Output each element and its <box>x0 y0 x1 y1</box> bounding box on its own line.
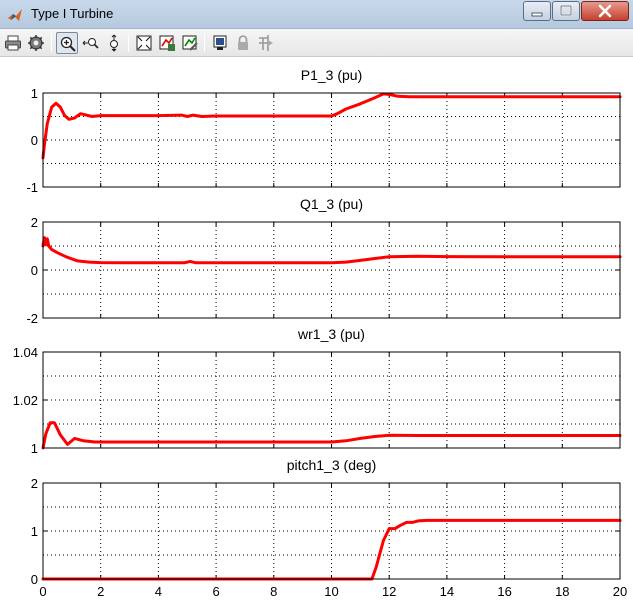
x-tick-label: 20 <box>613 584 627 599</box>
zoom-y-icon <box>110 34 118 52</box>
x-tick-label: 0 <box>39 584 46 599</box>
y-tick-label: 1.04 <box>13 345 38 360</box>
zoom-in-button[interactable] <box>56 32 78 54</box>
save-axes-settings-button[interactable] <box>156 32 178 54</box>
y-tick-label: 0 <box>31 133 38 148</box>
plot-2[interactable]: Q1_3 (pu) -2 0 2 <box>26 196 622 326</box>
zoom-x-icon <box>82 38 99 49</box>
plot-title-wr1-3-pu: wr1_3 (pu) <box>297 326 365 342</box>
scope-plots: P1_3 (pu) -1 0 1 Q1_3 (pu) -2 0 2 wr1_3 (pu) 1 1.0… <box>13 67 628 599</box>
restore-axes-settings-icon <box>182 35 198 51</box>
lock-axes-icon <box>238 35 248 50</box>
minimize-icon <box>531 12 543 17</box>
scope-plot-area: P1_3 (pu) -1 0 1 Q1_3 (pu) -2 0 2 wr1_3 (pu) 1 1.0… <box>0 58 633 608</box>
x-tick-label: 10 <box>324 584 338 599</box>
y-tick-label: 0 <box>31 263 38 278</box>
zoom-x-button[interactable] <box>80 32 102 54</box>
y-tick-label: 1.02 <box>13 393 38 408</box>
save-axes-settings-icon <box>159 35 175 51</box>
x-tick-label: 2 <box>97 584 104 599</box>
window-title: Type I Turbine <box>31 6 114 21</box>
zoom-in-icon <box>60 36 76 52</box>
y-tick-label: -2 <box>26 311 38 326</box>
plot-3[interactable]: wr1_3 (pu) 1 1.02 1.04 <box>13 326 622 456</box>
lock-axes-button[interactable] <box>232 32 254 54</box>
scope-window: Type I Turbine P1_3 (pu) -1 0 1 Q1_3 (pu… <box>0 0 633 608</box>
minimize-button[interactable] <box>523 1 551 21</box>
y-tick-label: 0 <box>31 572 38 587</box>
floating-scope-button[interactable] <box>209 32 231 54</box>
plot-1[interactable]: P1_3 (pu) -1 0 1 <box>26 67 622 195</box>
close-button[interactable] <box>581 1 629 21</box>
close-icon <box>598 4 612 18</box>
print-button[interactable] <box>2 32 24 54</box>
zoom-y-button[interactable] <box>103 32 125 54</box>
plot-title-pitch1-3-deg: pitch1_3 (deg) <box>287 457 377 473</box>
y-tick-label: 1 <box>31 86 38 101</box>
x-tick-label: 14 <box>440 584 454 599</box>
floating-scope-icon <box>213 35 227 50</box>
x-tick-label: 4 <box>155 584 162 599</box>
y-tick-label: -1 <box>26 180 38 195</box>
restore-axes-settings-button[interactable] <box>179 32 201 54</box>
signal-selection-icon <box>259 35 273 51</box>
title-bar[interactable]: Type I Turbine <box>0 0 633 29</box>
y-tick-label: 2 <box>31 215 38 230</box>
autoscale-icon <box>136 35 152 51</box>
y-tick-label: 2 <box>31 476 38 491</box>
x-tick-label: 8 <box>270 584 277 599</box>
x-tick-label: 6 <box>212 584 219 599</box>
plot-title-p1-3-pu: P1_3 (pu) <box>301 67 362 83</box>
y-tick-label: 1 <box>31 524 38 539</box>
parameters-icon <box>28 35 44 51</box>
plot-title-q1-3-pu: Q1_3 (pu) <box>300 196 363 212</box>
matlab-logo-icon <box>8 9 22 21</box>
maximize-button[interactable] <box>552 1 580 21</box>
maximize-icon <box>559 4 573 17</box>
signal-selection-button[interactable] <box>255 32 277 54</box>
autoscale-button[interactable] <box>133 32 155 54</box>
parameters-button[interactable] <box>25 32 47 54</box>
x-tick-label: 16 <box>497 584 511 599</box>
x-tick-label: 18 <box>555 584 569 599</box>
x-tick-label: 12 <box>382 584 396 599</box>
plot-4[interactable]: pitch1_3 (deg)0120 2 4 6 8 10 12 14 16 18 20 <box>31 457 627 599</box>
scope-toolbar <box>0 29 633 57</box>
print-icon <box>5 35 21 51</box>
y-tick-label: 1 <box>31 441 38 456</box>
